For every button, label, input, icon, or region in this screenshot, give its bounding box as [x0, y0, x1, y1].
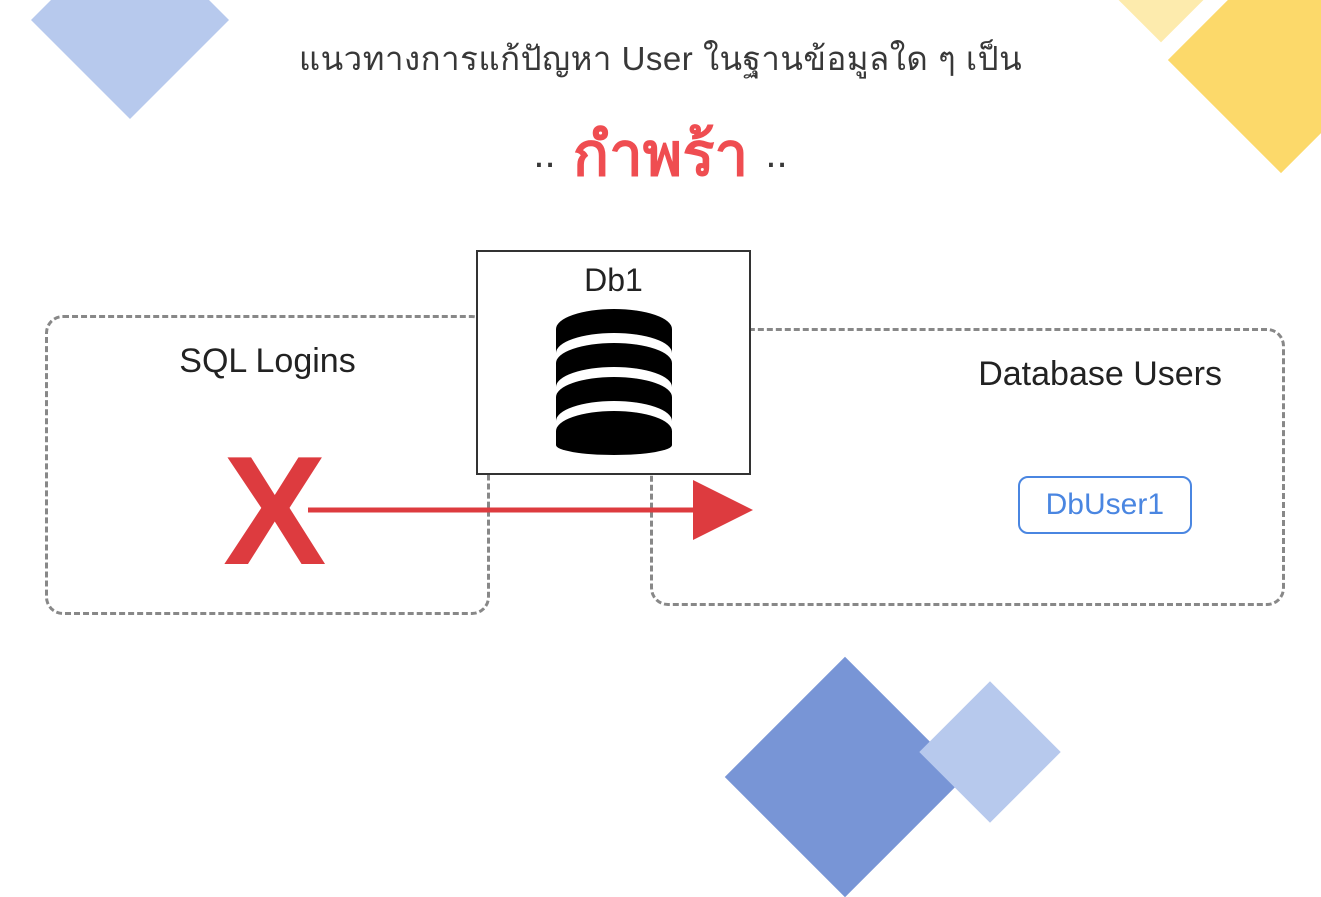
title-dots-left: ..	[533, 132, 555, 176]
db1-box: Db1	[476, 250, 751, 475]
arrow-icon	[308, 490, 758, 530]
sql-logins-label: SQL Logins	[48, 342, 487, 381]
title-line-1: แนวทางการแก้ปัญหา User ในฐานข้อมูลใด ๆ เ…	[0, 32, 1321, 85]
db1-label: Db1	[478, 262, 749, 299]
sql-logins-box: SQL Logins X	[45, 315, 490, 615]
dbuser1-box: DbUser1	[1018, 476, 1192, 534]
title-dots-right: ..	[765, 132, 787, 176]
title-block: แนวทางการแก้ปัญหา User ในฐานข้อมูลใด ๆ เ…	[0, 32, 1321, 202]
title-orphan-word: กำพร้า	[565, 121, 757, 188]
database-users-label: Database Users	[978, 355, 1222, 394]
database-icon	[549, 307, 679, 462]
decoration-bottom-blue	[725, 657, 965, 897]
dbuser1-label: DbUser1	[1046, 488, 1164, 521]
diagram-container: SQL Logins X Database Users DbUser1 Db1	[20, 250, 1300, 630]
title-line-2: .. กำพร้า ..	[0, 107, 1321, 202]
